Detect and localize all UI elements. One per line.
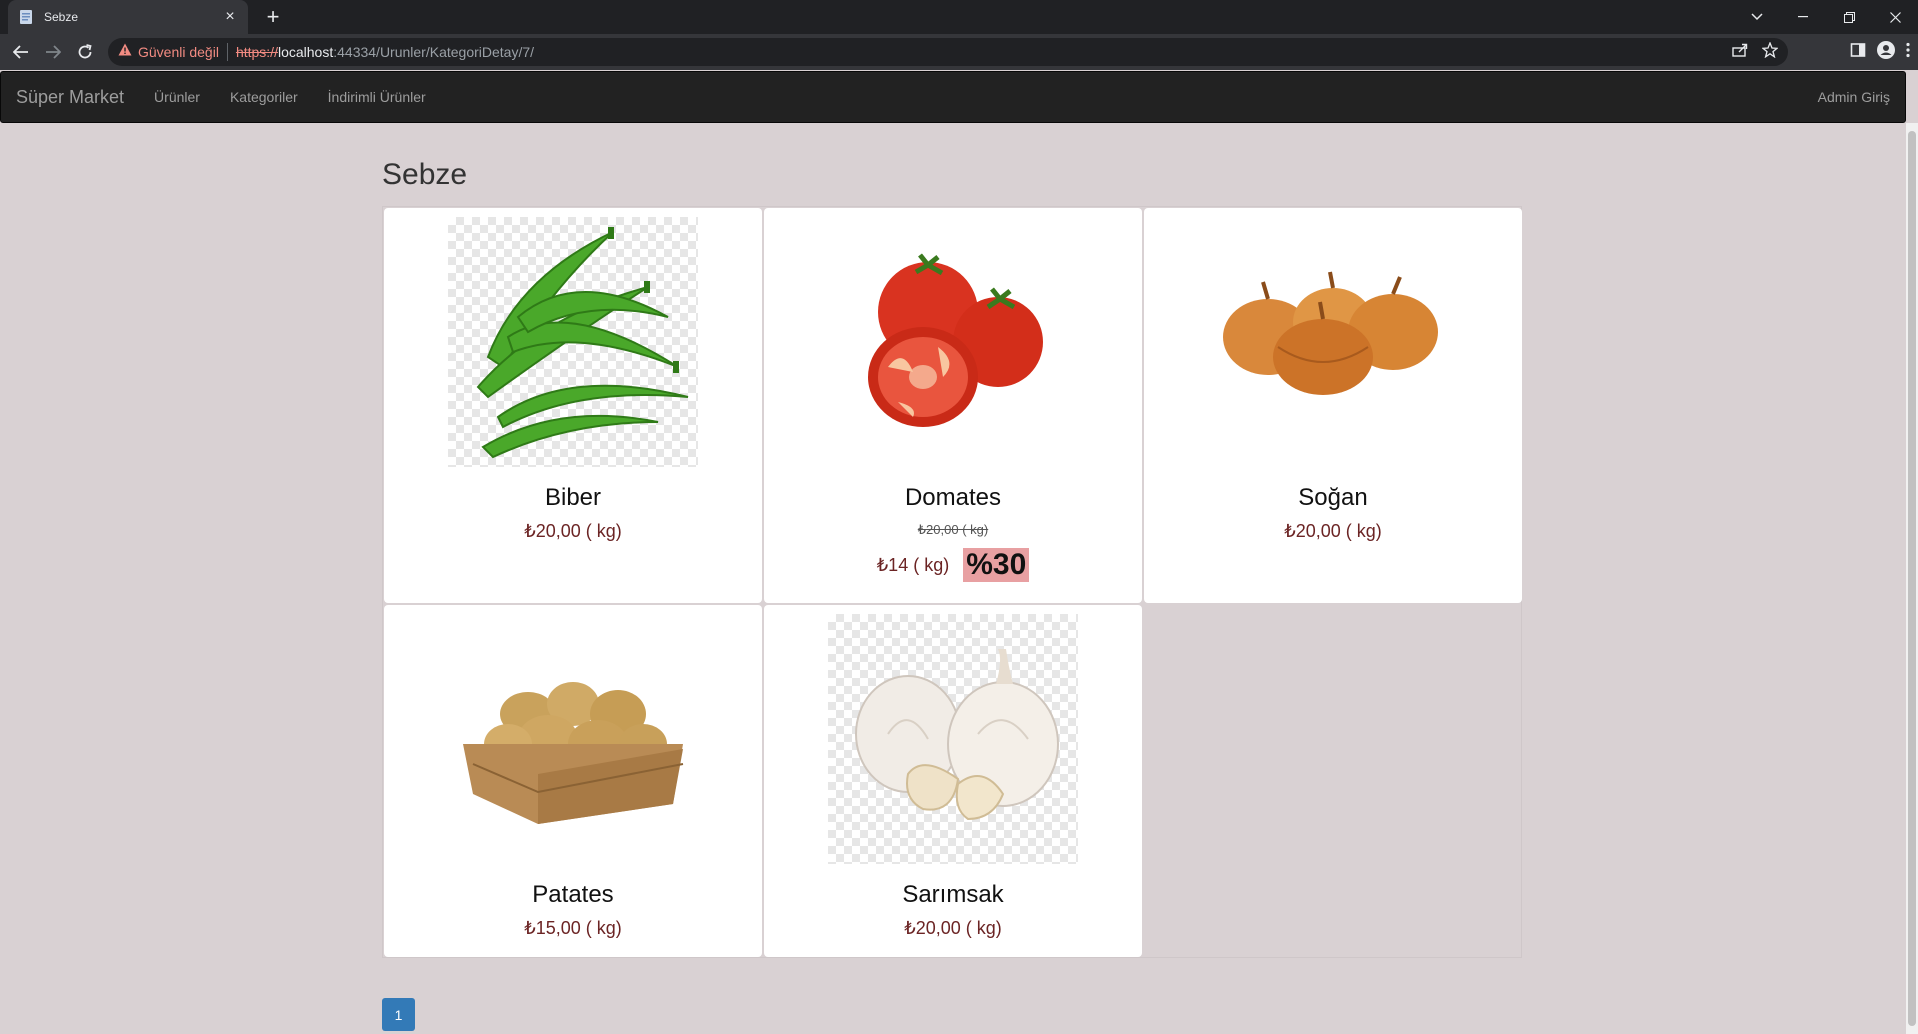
product-image-biber[interactable]	[448, 217, 698, 467]
product-name[interactable]: Soğan	[1144, 484, 1522, 512]
back-icon[interactable]	[8, 40, 34, 64]
vertical-scrollbar[interactable]	[1906, 123, 1918, 1034]
product-image-sarimsak[interactable]	[828, 614, 1078, 864]
pagination-page-1[interactable]: 1	[382, 998, 415, 1031]
browser-tab[interactable]: Sebze ×	[8, 0, 248, 34]
browser-tabstrip: Sebze × +	[0, 0, 1918, 34]
url-scheme: https://	[235, 44, 278, 60]
tab-search-icon[interactable]	[1734, 0, 1780, 34]
close-tab-icon[interactable]: ×	[222, 8, 238, 26]
page-icon	[18, 9, 34, 25]
browser-toolbar: Güvenli değil https:// localhost :44334/…	[0, 34, 1918, 70]
nav-link-indirimli-urunler[interactable]: İndirimli Ürünler	[313, 89, 441, 105]
site-navbar: Süper Market Ürünler Kategoriler İndirim…	[0, 71, 1906, 123]
product-price: ₺20,00 ( kg)	[1284, 521, 1382, 541]
warning-icon[interactable]	[118, 43, 132, 61]
reload-icon[interactable]	[72, 40, 98, 64]
admin-login-link[interactable]: Admin Giriş	[1818, 89, 1905, 105]
product-price: ₺20,00 ( kg)	[524, 521, 622, 541]
tab-title: Sebze	[44, 10, 79, 24]
omnibox-divider	[226, 43, 228, 61]
product-price: ₺20,00 ( kg)	[904, 918, 1002, 938]
product-name[interactable]: Patates	[384, 881, 762, 909]
product-image-patates[interactable]	[448, 614, 698, 864]
product-card-sogan[interactable]: Soğan ₺20,00 ( kg)	[1144, 208, 1522, 603]
share-icon[interactable]	[1732, 43, 1748, 62]
product-name[interactable]: Biber	[384, 484, 762, 512]
url-bar[interactable]: Güvenli değil https:// localhost :44334/…	[108, 38, 1788, 66]
menu-icon[interactable]	[1906, 42, 1910, 63]
bookmark-star-icon[interactable]	[1761, 40, 1779, 63]
forward-icon[interactable]	[40, 40, 66, 64]
url-host: localhost	[277, 44, 334, 60]
scrollbar-thumb[interactable]	[1908, 131, 1916, 1026]
product-name[interactable]: Domates	[764, 484, 1142, 512]
product-grid: Biber ₺20,00 ( kg) Domates ₺20,00 ( kg) …	[382, 206, 1522, 958]
product-card-sarimsak[interactable]: Sarımsak ₺20,00 ( kg)	[764, 605, 1142, 957]
product-card-domates[interactable]: Domates ₺20,00 ( kg) ₺14 ( kg) %30	[764, 208, 1142, 603]
product-card-patates[interactable]: Patates ₺15,00 ( kg)	[384, 605, 762, 957]
side-panel-icon[interactable]	[1850, 42, 1866, 63]
close-window-icon[interactable]	[1872, 0, 1918, 34]
discount-badge: %30	[963, 548, 1030, 582]
restore-icon[interactable]	[1826, 0, 1872, 34]
product-price: ₺15,00 ( kg)	[524, 918, 622, 938]
security-warning[interactable]: Güvenli değil	[138, 44, 219, 60]
discount-row: ₺14 ( kg) %30	[764, 548, 1142, 582]
product-name[interactable]: Sarımsak	[764, 881, 1142, 909]
old-price: ₺20,00 ( kg)	[917, 522, 989, 537]
nav-link-kategoriler[interactable]: Kategoriler	[215, 89, 313, 105]
profile-icon[interactable]	[1876, 40, 1896, 65]
minimize-icon[interactable]	[1780, 0, 1826, 34]
product-card-biber[interactable]: Biber ₺20,00 ( kg)	[384, 208, 762, 603]
brand-link[interactable]: Süper Market	[1, 87, 139, 108]
nav-link-urunler[interactable]: Ürünler	[139, 89, 215, 105]
product-image-domates[interactable]	[828, 217, 1078, 467]
product-image-sogan[interactable]	[1208, 217, 1458, 467]
url-path: :44334/Urunler/KategoriDetay/7/	[333, 44, 535, 60]
discounted-price: ₺14 ( kg)	[876, 554, 950, 575]
page-title: Sebze	[382, 158, 468, 191]
new-tab-icon[interactable]: +	[260, 4, 286, 30]
